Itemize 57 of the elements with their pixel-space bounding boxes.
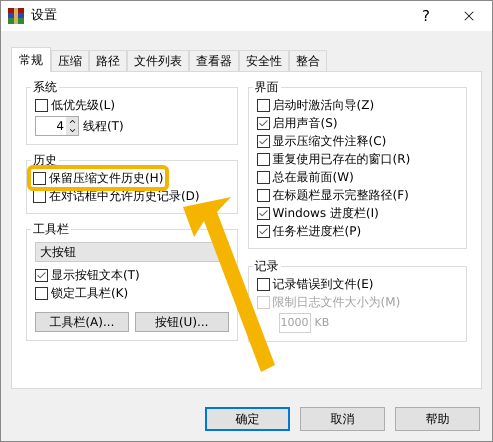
check-icon [258,136,269,146]
checkbox-label: Windows 进度栏(I) [272,205,379,222]
checkbox-label: 总在最前面(W) [272,169,354,186]
spinner-value: 4 [55,118,65,135]
check-icon [258,226,269,236]
checkbox-label: 显示按钮文本(T) [51,267,140,284]
checkbox-label: 启用声音(S) [272,115,338,132]
checkbox[interactable] [256,206,270,220]
spinner-label: 线程(T) [83,118,124,135]
toolbar-button[interactable]: 按钮(U)... [134,312,229,332]
checkbox[interactable] [256,188,270,202]
checkbox[interactable] [256,224,270,238]
dialog-button[interactable]: 帮助 [395,407,480,431]
tab[interactable]: 路径 [89,50,127,71]
window-title: 设置 [31,7,57,26]
checkbox-label: 锁定工具栏(K) [51,285,128,302]
spinner-arrows-icon [66,117,78,135]
checkbox[interactable] [256,170,270,184]
checkbox-label: 低优先级(L) [51,97,116,114]
check-icon [36,270,47,280]
size-unit: KB [314,314,330,331]
check-icon [258,118,269,128]
tab[interactable]: 文件列表 [127,50,189,71]
checkbox[interactable] [256,116,270,130]
help-button[interactable]: ? [406,4,446,28]
checkbox-label: 显示压缩文件注释(C) [272,133,386,150]
checkbox[interactable] [256,134,270,148]
dropdown[interactable]: 大按钮 [35,242,229,262]
checkbox-label: 在标题栏显示完整路径(F) [272,187,409,204]
checkbox[interactable] [35,286,48,300]
dialog-button[interactable]: 取消 [300,407,385,431]
app-logo-icon [7,7,25,25]
toolbar-button[interactable]: 工具栏(A)... [35,312,129,332]
checkbox-label: 任务栏进度栏(P) [272,223,362,240]
thread-spinner[interactable]: 4 [35,116,79,136]
checkbox[interactable] [35,98,48,112]
checkbox[interactable] [33,172,46,184]
checkbox-label: 限制日志文件大小为(M) [272,294,400,311]
group-title: 记录 [254,258,280,275]
checkbox[interactable] [256,278,270,290]
group-title: 系统 [32,79,58,96]
checkbox[interactable] [35,268,48,282]
check-icon [258,208,269,218]
checkbox-label: 重复使用已存在的窗口(R) [272,151,410,168]
checkbox-label: 启动时激活向导(Z) [272,97,374,114]
checkbox[interactable] [256,98,270,112]
checkbox-label: 保留压缩文件历史(H) [49,170,164,187]
tab[interactable]: 常规 [11,47,51,72]
tab[interactable]: 查看器 [189,50,239,71]
group-title: 界面 [254,79,280,96]
checkbox[interactable] [256,152,270,166]
tab[interactable]: 安全性 [239,50,289,71]
tab[interactable]: 整合 [289,50,327,71]
tab[interactable]: 压缩 [51,50,89,71]
group-title: 工具栏 [32,221,70,238]
dialog-button[interactable]: 确定 [205,407,290,431]
checkbox-label: 记录错误到文件(E) [272,276,374,293]
